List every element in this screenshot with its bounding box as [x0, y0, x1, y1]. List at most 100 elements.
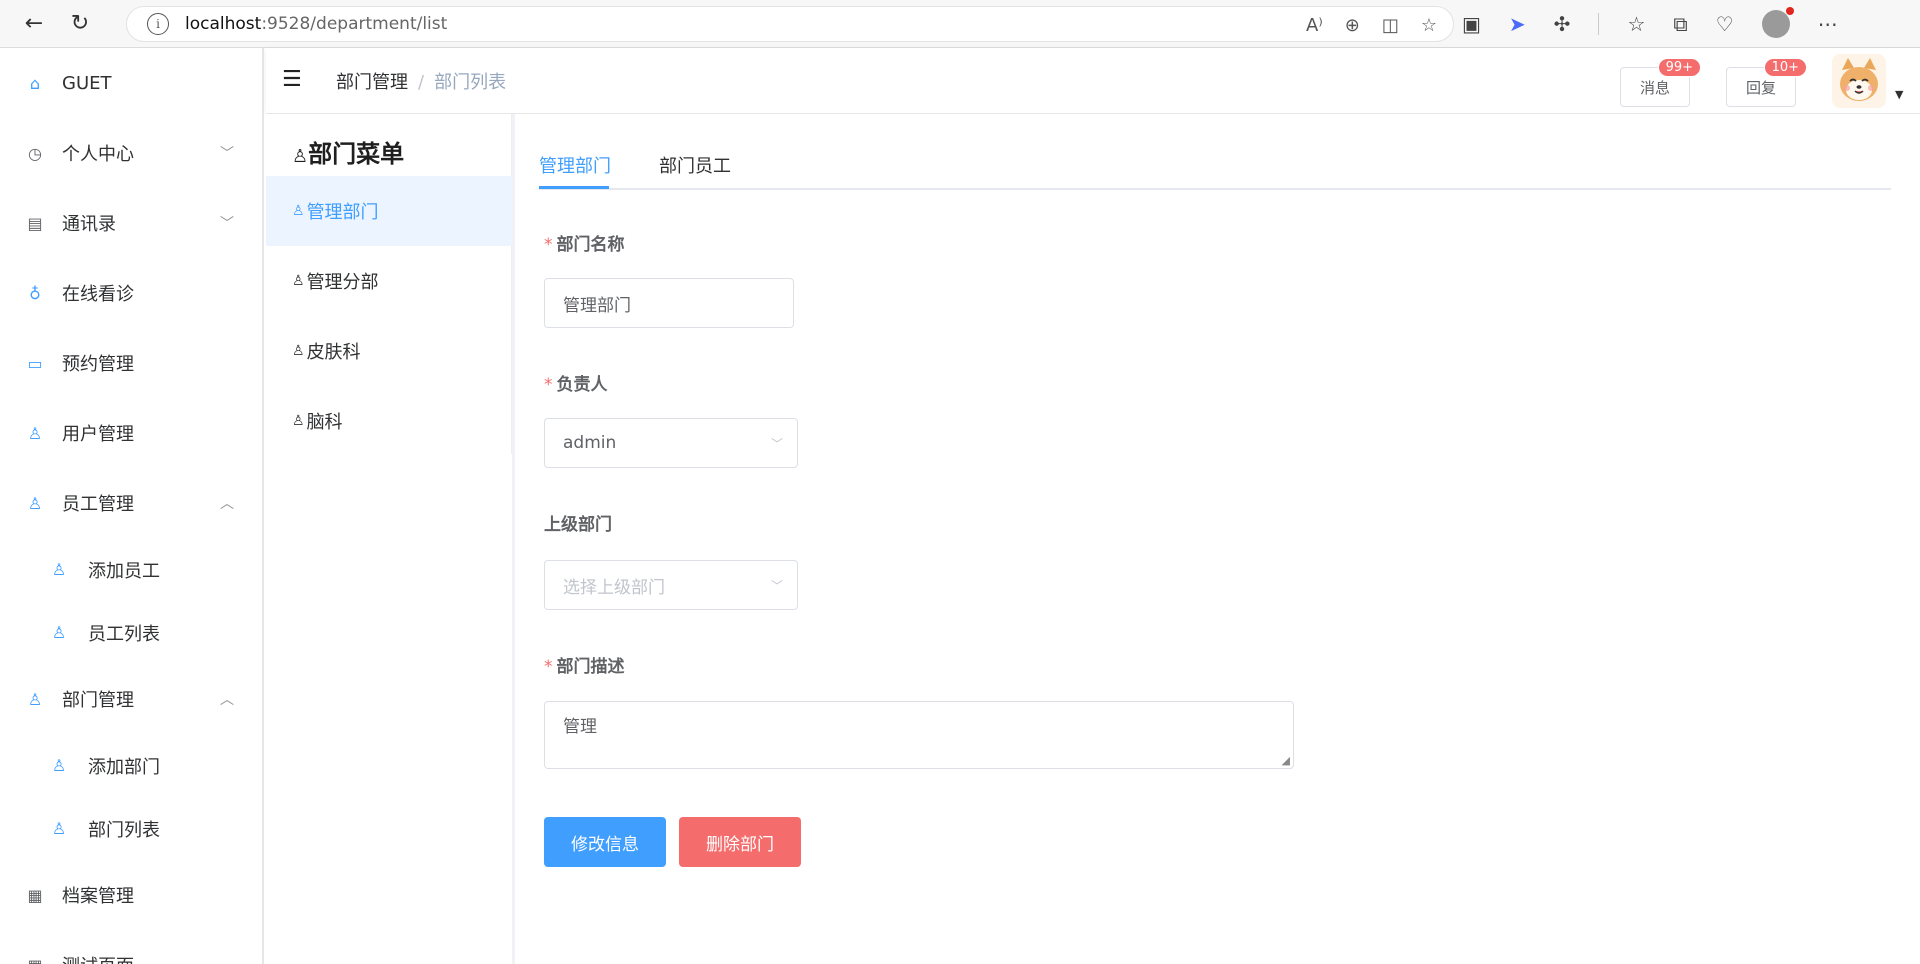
required-asterisk: *: [544, 657, 553, 677]
user-icon: ♙: [292, 273, 305, 289]
messages-label: 消息: [1639, 78, 1670, 97]
address-bar[interactable]: i localhost:9528/department/list A⁾ ⊕ ◫ …: [126, 6, 1454, 42]
department-item-label: 皮肤科: [306, 342, 361, 363]
sidebar-item-label: 档案管理: [62, 886, 134, 907]
required-asterisk: *: [544, 235, 553, 255]
department-item-label: 脑科: [306, 412, 343, 433]
contacts-icon: ▤: [27, 213, 43, 233]
sidebar: ⌂ GUET ◷ 个人中心 ﹀ ▤ 通讯录 ﹀ ♁ 在线看诊 ▭ 预约管理 ♙ …: [0, 48, 264, 964]
stethoscope-icon: ♁: [29, 283, 41, 303]
sidebar-item-label: 通讯录: [62, 214, 116, 235]
sidebar-item-home[interactable]: ⌂ GUET: [0, 48, 262, 118]
reply-button[interactable]: 回复 10+: [1726, 58, 1807, 107]
favorites-icon[interactable]: ☆: [1627, 12, 1645, 36]
chevron-up-icon: ︿: [220, 496, 234, 512]
sidebar-item-label: 部门管理: [62, 690, 134, 711]
back-icon[interactable]: ←: [12, 2, 56, 46]
user-icon: ♙: [292, 146, 309, 167]
department-item-active[interactable]: ♙ 管理部门: [266, 176, 512, 246]
favorite-add-icon[interactable]: ☆: [1421, 15, 1437, 36]
chevron-down-icon: ﹀: [770, 437, 783, 451]
delete-department-label: 删除部门: [706, 834, 774, 855]
parent-department-label: 上级部门: [544, 510, 612, 535]
chevron-up-icon: ︿: [220, 692, 234, 708]
extensions-icon[interactable]: ✣: [1554, 12, 1571, 36]
tab-active-indicator: [539, 186, 609, 189]
breadcrumb-item[interactable]: 部门管理: [336, 72, 408, 93]
tab-manage-department[interactable]: 管理部门: [539, 152, 611, 178]
extension-bird-icon[interactable]: ➤: [1509, 12, 1526, 36]
department-name-input[interactable]: 管理部门: [544, 278, 794, 328]
sidebar-item-online-consult[interactable]: ♁ 在线看诊: [0, 258, 262, 328]
url-text[interactable]: localhost:9528/department/list: [185, 14, 447, 34]
tab-department-staff[interactable]: 部门员工: [659, 152, 731, 178]
collections-icon[interactable]: ⧉: [1673, 12, 1687, 36]
sidebar-item-employee-list[interactable]: ♙ 员工列表: [0, 601, 262, 664]
sidebar-item-label: GUET: [62, 72, 112, 94]
sidebar-item-departments[interactable]: ♙ 部门管理 ︿: [0, 664, 262, 734]
caret-down-icon[interactable]: ▼: [1895, 88, 1903, 101]
sidebar-item-add-department[interactable]: ♙ 添加部门: [0, 734, 262, 797]
zoom-icon[interactable]: ⊕: [1345, 15, 1360, 36]
department-item[interactable]: ♙ 皮肤科: [266, 316, 512, 386]
clock-icon: ◷: [28, 143, 42, 163]
sidebar-item-label: 部门列表: [88, 819, 160, 841]
leader-select[interactable]: admin ﹀: [544, 418, 798, 468]
sidebar-item-label: 员工列表: [88, 623, 160, 645]
department-description-textarea[interactable]: 管理 ◢: [544, 701, 1294, 769]
sidebar-item-users[interactable]: ♙ 用户管理: [0, 398, 262, 468]
url-path: :9528/department/list: [261, 14, 448, 34]
department-description-label: * 部门描述: [544, 652, 625, 677]
parent-department-placeholder: 选择上级部门: [563, 577, 665, 598]
chevron-down-icon: ﹀: [220, 146, 234, 162]
sidebar-item-employees[interactable]: ♙ 员工管理 ︿: [0, 468, 262, 538]
breadcrumb: 部门管理 / 部门列表: [336, 68, 506, 94]
sidebar-item-add-employee[interactable]: ♙ 添加员工: [0, 538, 262, 601]
resize-grip-icon[interactable]: ◢: [1282, 754, 1290, 767]
menu-toggle-icon[interactable]: ☰: [282, 67, 302, 92]
department-description-label-text: 部门描述: [556, 657, 625, 677]
extensions-bar: ▣ ➤ ✣ ☆ ⧉ ♡ ⋯: [1462, 0, 1838, 48]
leader-label: * 负责人: [544, 370, 608, 395]
department-item[interactable]: ♙ 管理分部: [266, 246, 512, 316]
browser-essentials-icon[interactable]: ♡: [1716, 12, 1734, 36]
sidebar-item-records[interactable]: ▦ 档案管理: [0, 860, 262, 930]
parent-department-label-text: 上级部门: [544, 515, 612, 535]
update-info-button[interactable]: 修改信息: [544, 817, 666, 867]
more-menu-icon[interactable]: ⋯: [1818, 12, 1838, 36]
user-icon: ♙: [51, 623, 67, 642]
home-icon: ⌂: [29, 73, 41, 93]
parent-department-select[interactable]: 选择上级部门 ﹀: [544, 560, 798, 610]
sidebar-item-profile[interactable]: ◷ 个人中心 ﹀: [0, 118, 262, 188]
messages-badge: 99+: [1657, 58, 1701, 77]
extension-app-icon[interactable]: ▣: [1462, 12, 1481, 36]
tabs: 管理部门 部门员工: [539, 114, 1891, 190]
delete-department-button[interactable]: 删除部门: [679, 817, 801, 867]
read-aloud-icon[interactable]: A⁾: [1306, 15, 1323, 36]
site-info-icon[interactable]: i: [147, 13, 169, 35]
sidebar-item-label: 添加部门: [88, 756, 160, 778]
split-screen-icon[interactable]: ◫: [1382, 15, 1399, 36]
sidebar-item-department-list[interactable]: ♙ 部门列表: [0, 797, 262, 860]
department-item[interactable]: ♙ 脑科: [266, 386, 512, 456]
messages-button[interactable]: 消息 99+: [1620, 58, 1701, 107]
user-icon: ♙: [292, 413, 305, 429]
department-description-value: 管理: [563, 717, 597, 737]
profile-avatar-icon[interactable]: [1761, 7, 1794, 38]
user-avatar[interactable]: [1832, 54, 1886, 108]
leader-label-text: 负责人: [556, 375, 608, 395]
sidebar-item-contacts[interactable]: ▤ 通讯录 ﹀: [0, 188, 262, 258]
department-item-label: 管理部门: [306, 202, 379, 223]
notification-dot: [1785, 7, 1794, 15]
sidebar-item-label: 添加员工: [88, 560, 160, 582]
browser-toolbar: ← ↻ i localhost:9528/department/list A⁾ …: [0, 0, 1920, 48]
breadcrumb-current: 部门列表: [434, 72, 507, 93]
sidebar-item-appointments[interactable]: ▭ 预约管理: [0, 328, 262, 398]
sidebar-item-label: 预约管理: [62, 354, 134, 375]
user-icon: ♙: [51, 560, 67, 579]
sidebar-item-test-page[interactable]: ▦ 测试页面: [0, 930, 262, 964]
refresh-icon[interactable]: ↻: [58, 2, 102, 46]
department-menu-title: ♙部门菜单: [292, 134, 404, 169]
sidebar-item-label: 员工管理: [62, 494, 134, 515]
reply-badge: 10+: [1763, 58, 1807, 77]
